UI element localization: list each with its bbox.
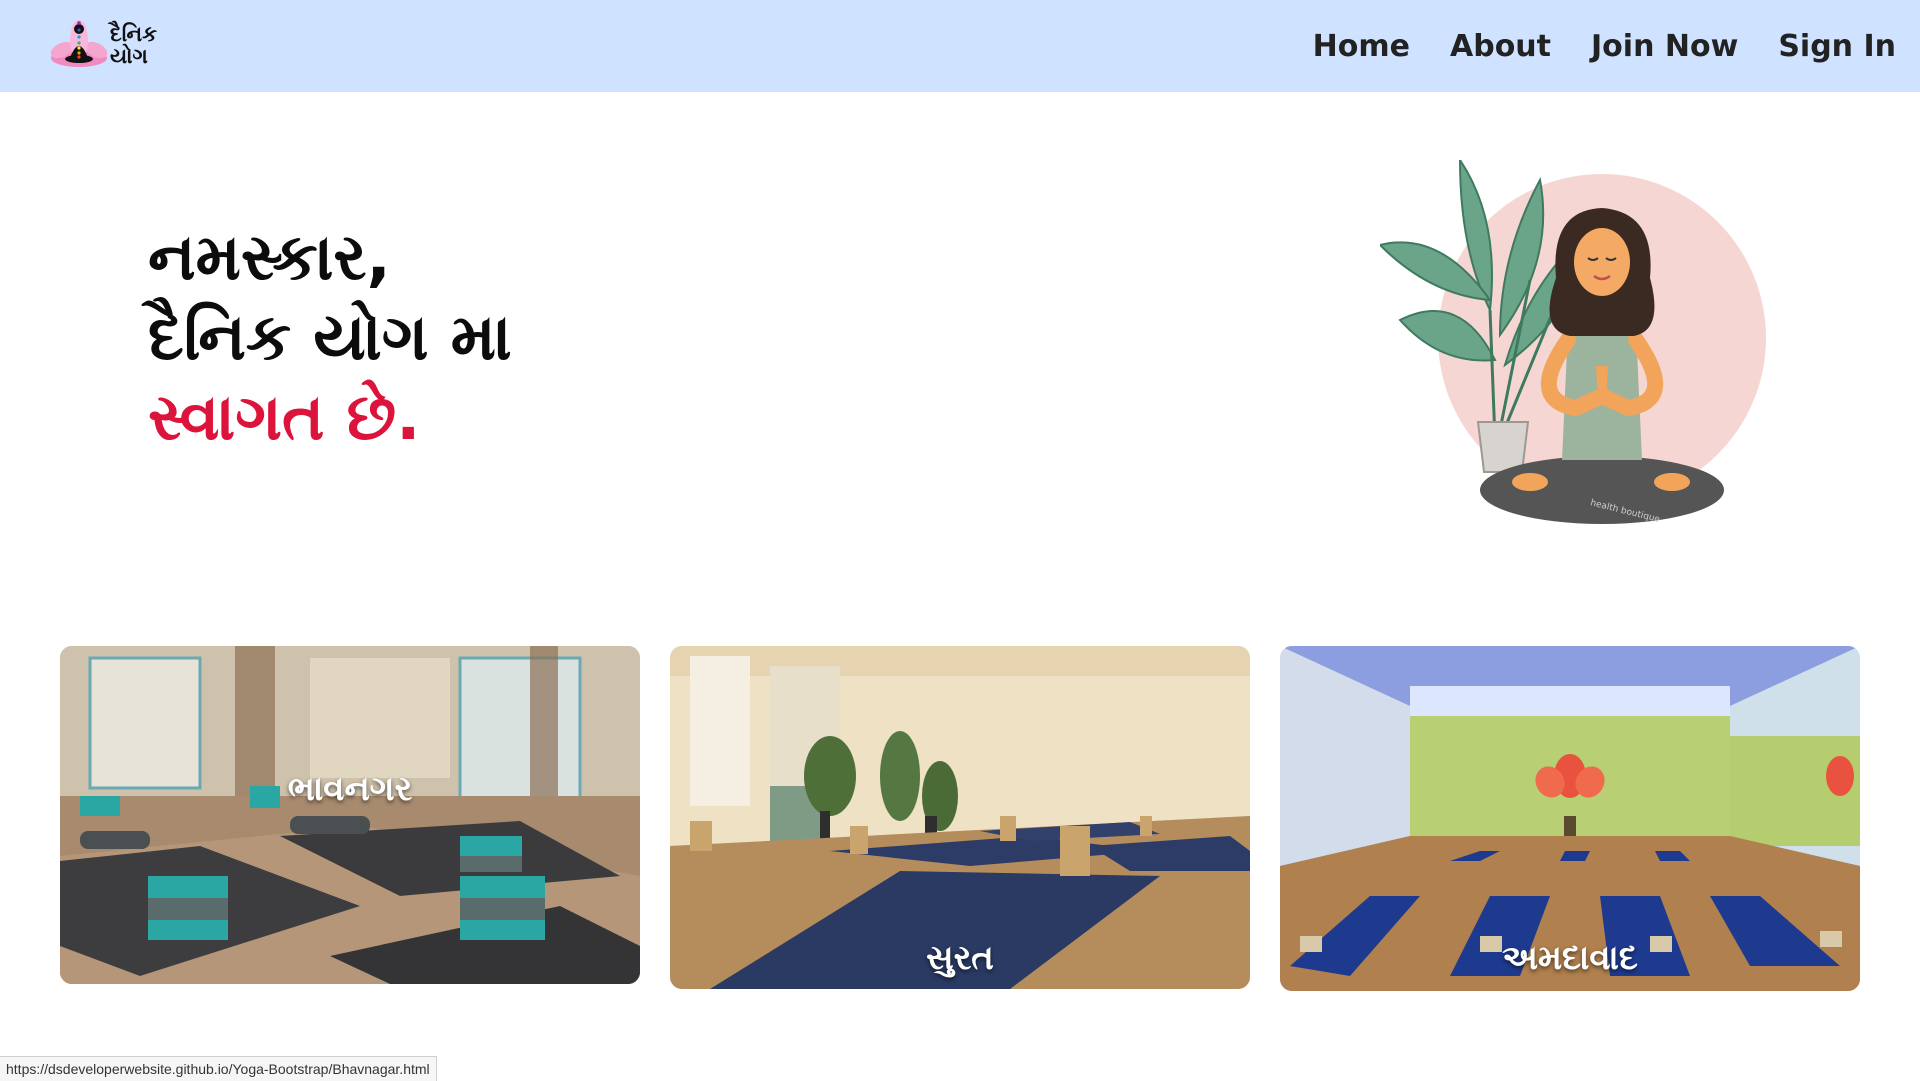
lotus-meditation-logo-icon [48,14,110,76]
browser-status-bar: https://dsdeveloperwebsite.github.io/Yog… [0,1056,437,1081]
nav-home-link[interactable]: Home [1313,29,1410,64]
brand-logo-link[interactable]: દૈનિક યોગ [48,14,166,76]
brand-line-2: યોગ [110,44,148,68]
city-label-surat: સુરત [926,938,994,978]
city-card-ahmedabad[interactable]: અમદાવાદ [1280,646,1860,991]
hero-line-2: દૈનિક યોગ મા [148,301,512,375]
city-card-surat[interactable]: સુરત [670,646,1250,989]
hero-heading: નમસ્કાર, દૈનિક યોગ મા સ્વાગત છે. [148,218,512,458]
brand-line-1: દૈનિક [110,22,157,46]
nav-links: Home About Join Now Sign In [1273,0,1896,92]
city-card-bhavnagar[interactable]: ભાવનગર [60,646,640,984]
brand-text: દૈનિક યોગ [110,23,157,67]
hero-line-3: સ્વાગત છે. [148,381,421,455]
nav-sign-in-link[interactable]: Sign In [1778,29,1896,64]
studio-photo-bhavnagar [60,646,640,984]
yoga-woman-illustration: health boutique [1378,156,1780,530]
city-label-ahmedabad: અમદાવાદ [1502,938,1638,978]
nav-about-link[interactable]: About [1450,29,1551,64]
navbar: દૈનિક યોગ Home About Join Now Sign In [0,0,1920,92]
city-label-bhavnagar: ભાવનગર [287,769,413,809]
hero-line-1: નમસ્કાર, [148,221,391,295]
nav-join-now-link[interactable]: Join Now [1591,29,1738,64]
